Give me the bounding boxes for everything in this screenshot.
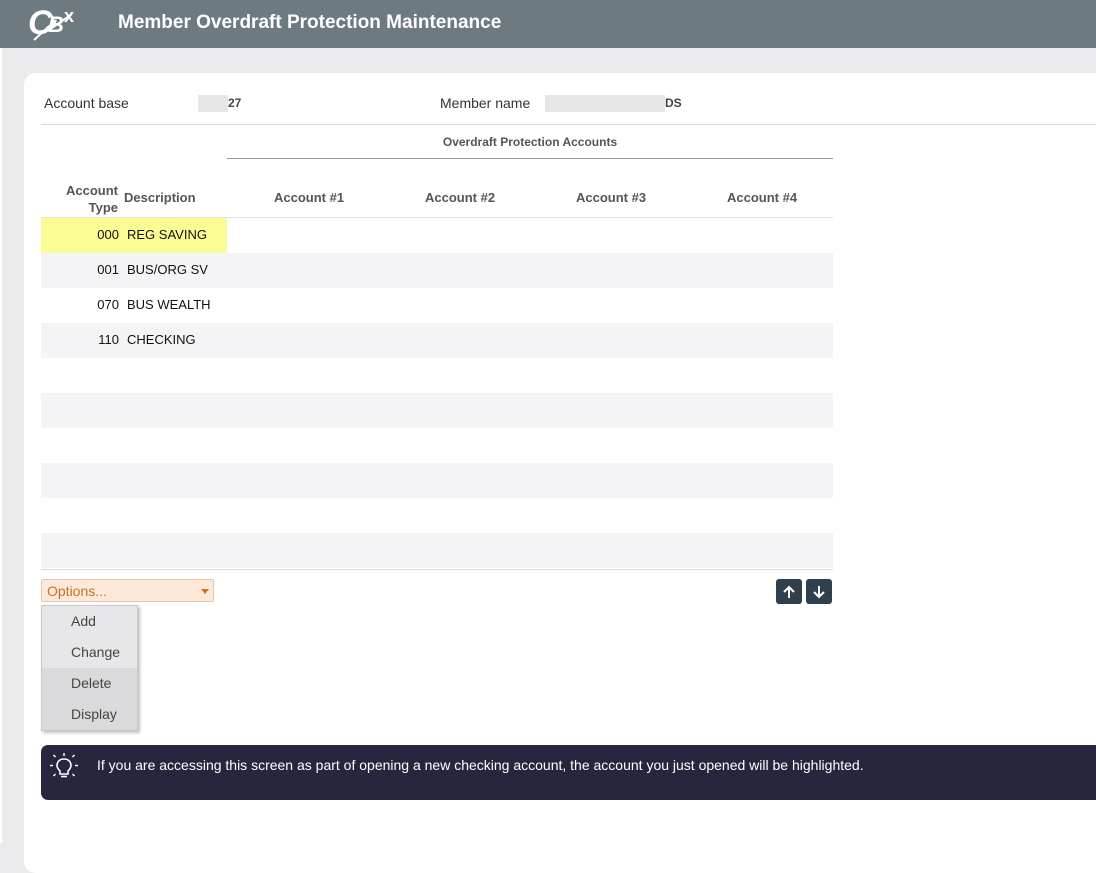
header-account-type: Account Type: [48, 182, 118, 216]
divider: [41, 124, 1096, 125]
info-message: If you are accessing this screen as part…: [97, 757, 864, 773]
account-base-redaction: [198, 95, 228, 112]
overdraft-table: 000 REG SAVING 001 BUS/ORG SV 070 BUS WEALTH 1…: [41, 218, 833, 568]
menu-item-change[interactable]: Change: [42, 637, 137, 668]
header-account2: Account #2: [425, 190, 496, 205]
table-row[interactable]: [41, 428, 833, 463]
member-name-label: Member name: [440, 95, 531, 111]
cell-description: [127, 358, 227, 393]
member-name-value: DS: [665, 96, 682, 110]
header-account1: Account #1: [274, 190, 345, 205]
arrow-up-icon: [783, 585, 795, 598]
cell-account-type: [41, 498, 119, 533]
cell-account-type: [41, 463, 119, 498]
cell-description: BUS WEALTH: [127, 297, 211, 312]
scroll-down-button[interactable]: [806, 579, 832, 604]
table-row[interactable]: 070 BUS WEALTH: [41, 288, 833, 323]
header-account-type-line1: Account: [66, 183, 118, 198]
group-title: Overdraft Protection Accounts: [442, 135, 618, 149]
scroll-up-button[interactable]: [776, 579, 802, 604]
header-account3: Account #3: [576, 190, 647, 205]
table-row[interactable]: [41, 463, 833, 498]
cell-description: REG SAVING: [127, 227, 207, 242]
header-description: Description: [124, 190, 196, 205]
cell-account-type: [41, 533, 119, 568]
cell-account-type: 110: [98, 332, 119, 347]
cell-account-type: [41, 393, 119, 428]
cell-account-type: 070: [97, 297, 119, 312]
menu-item-delete[interactable]: Delete: [42, 668, 137, 699]
cell-account-type: [41, 428, 119, 463]
lightbulb-icon: [50, 753, 78, 778]
account-base-label: Account base: [44, 95, 129, 111]
options-placeholder: Options...: [47, 583, 107, 599]
menu-item-display[interactable]: Display: [42, 699, 137, 730]
member-name-redaction: [545, 95, 665, 112]
header-account-type-line2: Type: [88, 200, 118, 215]
cell-account-type: [41, 358, 119, 393]
table-row[interactable]: [41, 498, 833, 533]
cell-description: BUS/ORG SV: [127, 262, 208, 277]
cbx-logo-icon: C B x: [28, 4, 74, 42]
app-header: C B x Member Overdraft Protection Mainte…: [0, 0, 1096, 48]
options-menu: Add Change Delete Display: [41, 605, 138, 731]
arrow-down-icon: [813, 585, 825, 598]
cell-account-type: 000: [97, 227, 119, 242]
cell-description: CHECKING: [127, 332, 196, 347]
header-account4: Account #4: [727, 190, 798, 205]
group-underline: [227, 158, 833, 159]
cell-description: [127, 463, 227, 498]
cell-description: [127, 533, 227, 568]
account-base-value: 27: [228, 96, 242, 110]
page-title: Member Overdraft Protection Maintenance: [118, 12, 502, 33]
cell-description: [127, 393, 227, 428]
cell-description: [127, 498, 227, 533]
options-dropdown[interactable]: Options...: [41, 579, 214, 602]
table-row[interactable]: 000 REG SAVING: [41, 218, 833, 253]
table-row[interactable]: 001 BUS/ORG SV: [41, 253, 833, 288]
table-row[interactable]: [41, 393, 833, 428]
cell-account-type: 001: [97, 262, 119, 277]
table-row[interactable]: 110 CHECKING: [41, 323, 833, 358]
cell-description: [127, 428, 227, 463]
table-bottom-border: [41, 569, 833, 570]
table-row[interactable]: [41, 358, 833, 393]
table-row[interactable]: [41, 533, 833, 568]
info-banner: If you are accessing this screen as part…: [41, 745, 1096, 800]
chevron-down-icon: [201, 589, 209, 594]
menu-item-add[interactable]: Add: [42, 606, 137, 637]
left-edge: [0, 48, 2, 843]
main-panel: Account base 27 Member name DS Overdraft…: [24, 73, 1096, 873]
